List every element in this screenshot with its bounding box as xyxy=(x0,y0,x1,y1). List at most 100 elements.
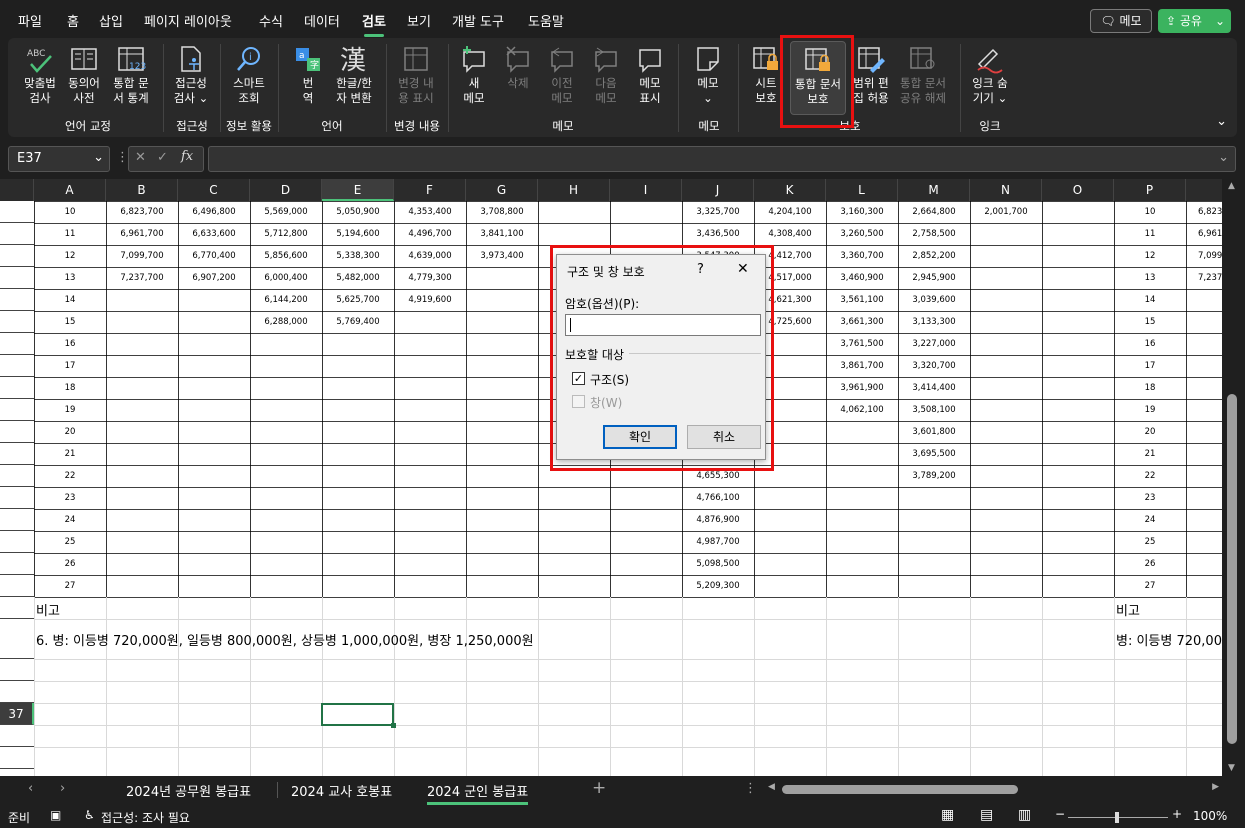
hangul-hanja-button[interactable]: 漢 한글/한 자 변환 xyxy=(330,44,378,106)
formula-input[interactable]: ⌄ xyxy=(208,146,1236,172)
name-box[interactable]: E37 ⌄ xyxy=(8,146,110,172)
tab-help[interactable]: 도움말 xyxy=(528,11,564,30)
row-header-19[interactable]: 19 xyxy=(0,289,34,311)
zoom-in-icon[interactable]: + xyxy=(1172,807,1182,821)
tab-insert[interactable]: 삽입 xyxy=(99,11,123,30)
cell-k-16[interactable]: 4,308,400 xyxy=(754,223,826,245)
add-sheet-icon[interactable]: + xyxy=(592,778,606,798)
cell-p-29[interactable]: 24 xyxy=(1114,509,1186,531)
hide-ink-button[interactable]: 잉크 숨 기기 ⌄ xyxy=(966,44,1014,106)
macro-record-icon[interactable]: ▣ xyxy=(50,808,61,822)
row-header-38[interactable]: 38 xyxy=(0,725,34,747)
cell-l-17[interactable]: 3,360,700 xyxy=(826,245,898,267)
cell-d-16[interactable]: 5,712,800 xyxy=(250,223,322,245)
cell-q-16[interactable]: 6,961,700 xyxy=(1186,223,1222,245)
cell-c-15[interactable]: 6,496,800 xyxy=(178,201,250,223)
cell-p-21[interactable]: 16 xyxy=(1114,333,1186,355)
vertical-scrollbar[interactable]: ▲ ▼ xyxy=(1222,179,1245,776)
row-header-20[interactable]: 20 xyxy=(0,311,34,333)
translate-button[interactable]: a字 번역 xyxy=(288,44,328,106)
cell-p-15[interactable]: 10 xyxy=(1114,201,1186,223)
cell-a-27[interactable]: 22 xyxy=(34,465,106,487)
cell-m-22[interactable]: 3,320,700 xyxy=(898,355,970,377)
cell-f-15[interactable]: 4,353,400 xyxy=(394,201,466,223)
scrollbar-thumb[interactable] xyxy=(1227,394,1237,744)
cell-a-29[interactable]: 24 xyxy=(34,509,106,531)
zoom-slider-thumb[interactable] xyxy=(1115,812,1119,823)
cell-b-18[interactable]: 7,237,700 xyxy=(106,267,178,289)
cell-d-19[interactable]: 6,144,200 xyxy=(250,289,322,311)
password-input[interactable] xyxy=(565,314,761,336)
cell-d-20[interactable]: 6,288,000 xyxy=(250,311,322,333)
column-header-e[interactable]: E xyxy=(322,179,394,201)
close-icon[interactable]: ✕ xyxy=(737,261,749,277)
sheet-tab-3[interactable]: 2024 군인 봉급표 xyxy=(427,781,529,805)
cell-e-17[interactable]: 5,338,300 xyxy=(322,245,394,267)
cell-p-32[interactable]: 27 xyxy=(1114,575,1186,597)
cell-m-26[interactable]: 3,695,500 xyxy=(898,443,970,465)
cell-n-15[interactable]: 2,001,700 xyxy=(970,201,1042,223)
cell-j-16[interactable]: 3,436,500 xyxy=(682,223,754,245)
scroll-right-icon[interactable]: ▶ xyxy=(1212,782,1219,792)
help-icon[interactable]: ? xyxy=(697,262,704,277)
row-header-39[interactable]: 39 xyxy=(0,747,34,769)
cell-a-16[interactable]: 11 xyxy=(34,223,106,245)
cell-m-17[interactable]: 2,852,200 xyxy=(898,245,970,267)
ribbon-collapse-icon[interactable]: ⌄ xyxy=(1216,114,1227,129)
column-header-p[interactable]: P xyxy=(1114,179,1186,201)
cell-l-21[interactable]: 3,761,500 xyxy=(826,333,898,355)
cell-p-27[interactable]: 22 xyxy=(1114,465,1186,487)
tab-review[interactable]: 검토 xyxy=(362,11,386,37)
cell-m-21[interactable]: 3,227,000 xyxy=(898,333,970,355)
show-changes-button[interactable]: 변경 내용 표시 xyxy=(392,44,440,106)
cell-e-16[interactable]: 5,194,600 xyxy=(322,223,394,245)
cell-p-19[interactable]: 14 xyxy=(1114,289,1186,311)
row-header-26[interactable]: 26 xyxy=(0,443,34,465)
row-header-30[interactable]: 30 xyxy=(0,531,34,553)
ok-button[interactable]: 확인 xyxy=(603,425,677,449)
cell-l-24[interactable]: 4,062,100 xyxy=(826,399,898,421)
cell-m-18[interactable]: 2,945,900 xyxy=(898,267,970,289)
tab-data[interactable]: 데이터 xyxy=(304,11,340,30)
column-header-o[interactable]: O xyxy=(1042,179,1114,201)
tab-formulas[interactable]: 수식 xyxy=(259,11,283,30)
cell-f-19[interactable]: 4,919,600 xyxy=(394,289,466,311)
row-header-25[interactable]: 25 xyxy=(0,421,34,443)
cell-p-30[interactable]: 25 xyxy=(1114,531,1186,553)
cell-g-15[interactable]: 3,708,800 xyxy=(466,201,538,223)
show-comments-button[interactable]: 메모 표시 xyxy=(630,44,670,106)
cell-a-17[interactable]: 12 xyxy=(34,245,106,267)
row-header-31[interactable]: 31 xyxy=(0,553,34,575)
row-header-22[interactable]: 22 xyxy=(0,355,34,377)
cell-a-30[interactable]: 25 xyxy=(34,531,106,553)
workbook-statistics-button[interactable]: 123 통합 문서 통계 xyxy=(106,44,156,106)
cancel-icon[interactable]: ✕ xyxy=(135,150,146,165)
tab-page-layout[interactable]: 페이지 레이아웃 xyxy=(144,11,232,30)
allow-edit-ranges-button[interactable]: 범위 편집 허용 xyxy=(850,44,892,106)
cell-m-23[interactable]: 3,414,400 xyxy=(898,377,970,399)
window-checkbox[interactable] xyxy=(572,395,585,408)
cell-j-29[interactable]: 4,876,900 xyxy=(682,509,754,531)
cell-j-31[interactable]: 5,098,500 xyxy=(682,553,754,575)
cell-p-28[interactable]: 23 xyxy=(1114,487,1186,509)
column-header-d[interactable]: D xyxy=(250,179,322,201)
cell-e-19[interactable]: 5,625,700 xyxy=(322,289,394,311)
prev-sheet-icon[interactable]: ‹ xyxy=(28,781,33,796)
next-sheet-icon[interactable]: › xyxy=(60,781,65,796)
cell-p-24[interactable]: 19 xyxy=(1114,399,1186,421)
cell-a-28[interactable]: 23 xyxy=(34,487,106,509)
cell-p-23[interactable]: 18 xyxy=(1114,377,1186,399)
cell-m-15[interactable]: 2,664,800 xyxy=(898,201,970,223)
cell-k-15[interactable]: 4,204,100 xyxy=(754,201,826,223)
row-header-15[interactable]: 15 xyxy=(0,201,34,223)
cell-a-21[interactable]: 16 xyxy=(34,333,106,355)
cell-a-22[interactable]: 17 xyxy=(34,355,106,377)
cell-a-32[interactable]: 27 xyxy=(34,575,106,597)
accessibility-status[interactable]: 접근성: 조사 필요 xyxy=(101,809,190,826)
cell-l-20[interactable]: 3,661,300 xyxy=(826,311,898,333)
row-header-35[interactable]: 35 xyxy=(0,659,34,681)
cell-l-22[interactable]: 3,861,700 xyxy=(826,355,898,377)
cell-p-16[interactable]: 11 xyxy=(1114,223,1186,245)
accessibility-status-icon[interactable]: ♿ xyxy=(84,808,95,822)
selected-cell[interactable] xyxy=(321,703,394,726)
